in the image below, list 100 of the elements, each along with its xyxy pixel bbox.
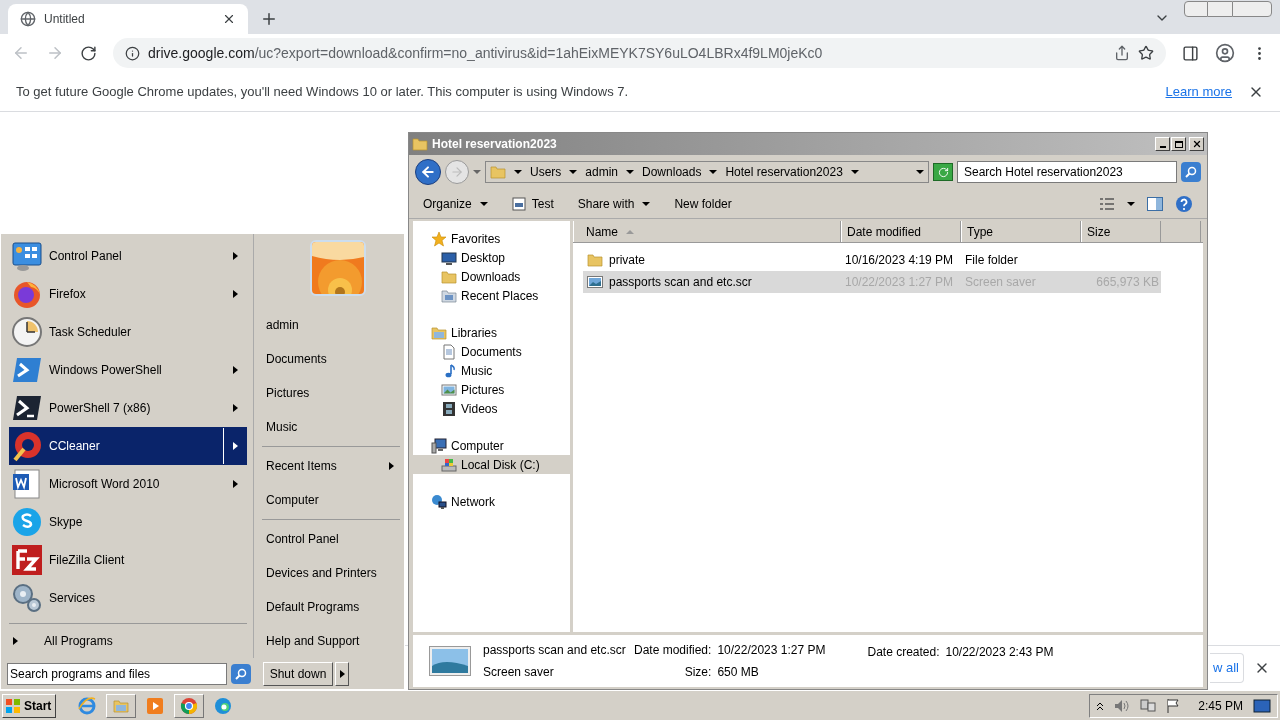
show-desktop-icon[interactable] — [1253, 697, 1271, 714]
file-name: passports scan and etc.scr — [609, 274, 752, 291]
menu-item[interactable]: Documents — [262, 342, 400, 376]
all-programs-item[interactable]: All Programs — [9, 628, 247, 654]
search-button[interactable] — [231, 663, 251, 684]
navigation-item[interactable]: Documents — [413, 342, 570, 361]
toolbar-button[interactable]: New folder — [674, 194, 732, 213]
clock[interactable]: 2:45 PM — [1198, 696, 1243, 715]
menu-item[interactable]: Devices and Printers — [262, 556, 400, 590]
back-button[interactable] — [415, 159, 441, 185]
search-field[interactable]: Search programs and files — [7, 662, 227, 685]
speaker-icon[interactable] — [1114, 698, 1131, 713]
program-item[interactable]: Firefox — [9, 275, 247, 313]
preview-pane-icon[interactable] — [1147, 196, 1163, 211]
arrow-icon — [569, 170, 578, 174]
start-button[interactable]: Start — [2, 693, 56, 718]
navigation-item[interactable]: Local Disk (C:) — [413, 455, 570, 474]
program-item[interactable]: Control Panel — [9, 237, 247, 275]
program-item[interactable]: PowerShell 7 (x86) — [9, 389, 247, 427]
side-panel-icon[interactable] — [1182, 44, 1199, 62]
tab-title: Untitled — [44, 11, 85, 28]
address-bar[interactable]: Users admin Downloads Hotel reservation2023 — [485, 161, 929, 183]
program-item[interactable]: Skype — [9, 503, 247, 541]
breadcrumb-item[interactable]: admin — [585, 163, 619, 181]
menu-item[interactable]: Recent Items — [262, 449, 400, 483]
sort-arrow-icon — [626, 229, 634, 234]
library-icon — [113, 697, 129, 714]
shut-down-button[interactable]: Shut down — [263, 661, 333, 686]
menu-item[interactable]: Help and Support — [262, 624, 400, 658]
network-icon[interactable] — [1140, 697, 1157, 714]
history-arrow-icon — [473, 170, 481, 174]
windows-logo-icon — [5, 697, 21, 714]
navigation-item[interactable]: Downloads — [413, 267, 570, 286]
shut-down-options-button[interactable] — [335, 661, 349, 686]
browser-tab[interactable]: Untitled — [8, 4, 248, 34]
arrow-icon — [850, 170, 859, 174]
navigation-item[interactable]: Pictures — [413, 380, 570, 399]
search-button[interactable] — [1181, 162, 1201, 182]
navigation-item[interactable]: Favorites — [413, 229, 570, 248]
arrow-icon — [709, 170, 718, 174]
close-tab-button[interactable] — [222, 12, 236, 26]
navigation-item[interactable]: Recent Places — [413, 286, 570, 305]
refresh-icon — [937, 166, 949, 178]
menu-item[interactable]: Music — [262, 410, 400, 444]
column-header[interactable]: Size — [1081, 221, 1161, 242]
bookmark-star-icon[interactable] — [1138, 45, 1154, 61]
close-icon — [1191, 139, 1202, 149]
toolbar-button[interactable]: Test — [511, 194, 554, 213]
program-item[interactable]: Microsoft Word 2010 — [9, 465, 247, 503]
menu-item[interactable]: Computer — [262, 483, 400, 517]
reload-icon[interactable] — [80, 44, 97, 62]
gears-icon — [11, 582, 43, 614]
toolbar-menu-button[interactable]: Share with — [571, 194, 657, 213]
close-window-button[interactable] — [1232, 1, 1272, 17]
show-all-button[interactable]: w all — [1210, 653, 1244, 683]
new-tab-button[interactable] — [260, 10, 278, 28]
menu-item[interactable]: Control Panel — [262, 522, 400, 556]
detail-label: Date created: — [867, 644, 940, 661]
view-list-icon[interactable] — [1099, 196, 1115, 211]
column-header[interactable]: Type — [961, 221, 1081, 242]
profile-icon[interactable] — [1215, 43, 1235, 63]
toolbar-menu-button[interactable]: Organize — [417, 194, 494, 213]
navigation-item[interactable]: Network — [413, 492, 570, 511]
chrome-taskbar-button[interactable] — [174, 693, 204, 718]
address-bar[interactable]: drive.google.com/uc?export=download&confirm=no_antivirus&id=1ahEixMEYK7SY6uLO4LBRx4f9LM0jeKc0 — [113, 38, 1166, 68]
document-icon — [441, 343, 457, 360]
menu-item[interactable]: Default Programs — [262, 590, 400, 624]
learn-more-link[interactable]: Learn more — [1165, 81, 1232, 102]
breadcrumb-item[interactable]: Downloads — [642, 163, 702, 181]
clock-icon — [11, 316, 43, 348]
edge-browser-icon[interactable] — [214, 696, 232, 715]
program-item[interactable]: Task Scheduler — [9, 313, 247, 351]
program-item[interactable]: Windows PowerShell — [9, 351, 247, 389]
breadcrumb-item[interactable]: Users — [530, 163, 562, 181]
navigation-item[interactable]: Desktop — [413, 248, 570, 267]
program-item[interactable]: CCleaner — [9, 427, 247, 465]
file-name: passports scan and etc.scr — [483, 642, 627, 659]
close-button[interactable] — [1189, 137, 1204, 151]
menu-item[interactable]: admin — [262, 308, 400, 342]
folder-taskbar-button[interactable] — [106, 693, 136, 718]
help-icon[interactable] — [1175, 194, 1193, 213]
navigation-item[interactable]: Videos — [413, 399, 570, 418]
navigation-item[interactable]: Music — [413, 361, 570, 380]
program-item[interactable]: FileZilla Client — [9, 541, 247, 579]
navigation-item[interactable]: Computer — [413, 436, 570, 455]
network-icon — [431, 493, 447, 510]
navigation-item[interactable]: Libraries — [413, 323, 570, 342]
column-header[interactable]: Name — [573, 221, 841, 242]
breadcrumb-item[interactable]: Hotel reservation2023 — [725, 163, 843, 181]
menu-item[interactable]: Pictures — [262, 376, 400, 410]
share-icon[interactable] — [1114, 45, 1130, 61]
chevron-up-icon[interactable] — [1096, 700, 1105, 711]
program-item[interactable]: Services — [9, 579, 247, 617]
flag-icon[interactable] — [1166, 697, 1181, 714]
search-field[interactable]: Search Hotel reservation2023 — [957, 161, 1177, 183]
refresh-button[interactable] — [933, 163, 953, 181]
detail-label: Size: — [683, 664, 712, 681]
media-player-icon[interactable] — [146, 696, 164, 715]
file-row[interactable]: private 10/16/2023 4:19 PM File folder — [583, 249, 1161, 271]
column-header[interactable]: Date modified — [841, 221, 961, 242]
